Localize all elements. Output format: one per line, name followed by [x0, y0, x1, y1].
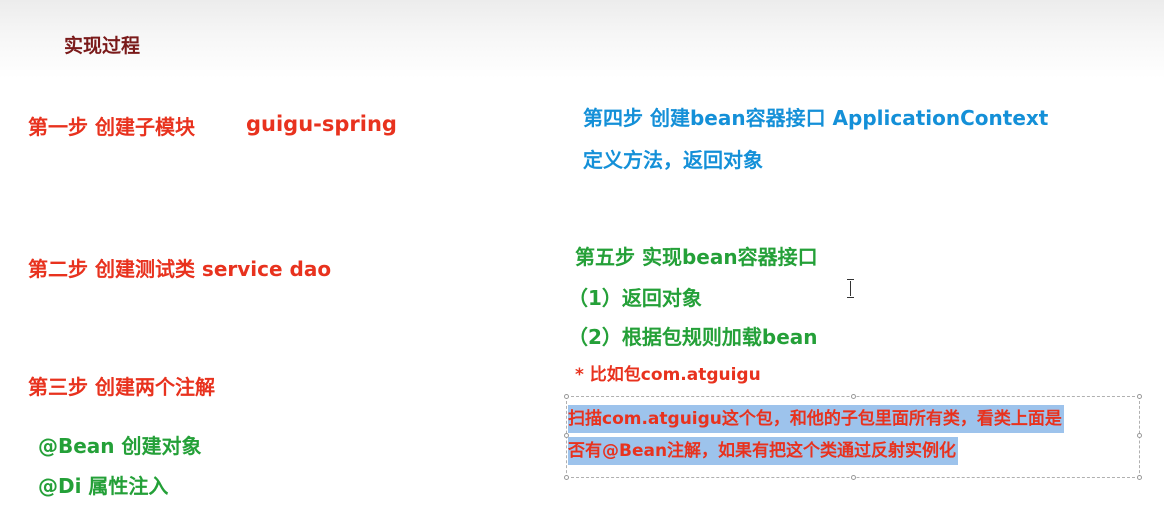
step3-item-bean: @Bean 创建对象 [38, 434, 202, 458]
resize-handle-right[interactable] [1137, 433, 1142, 438]
slide-header-band [0, 0, 1164, 78]
step3-label: 第三步 创建两个注解 [28, 375, 215, 399]
slide-title: 实现过程 [64, 35, 141, 57]
resize-handle-top[interactable] [851, 394, 856, 399]
step5-label: 第五步 实现bean容器接口 [575, 245, 818, 269]
resize-handle-bottom[interactable] [851, 475, 856, 480]
resize-handle-top-right[interactable] [1137, 394, 1142, 399]
step3-item-di: @Di 属性注入 [38, 474, 169, 498]
step1-label: 第一步 创建子模块 [28, 115, 195, 139]
step1-detail: guigu-spring [246, 112, 397, 136]
step4-label: 第四步 创建bean容器接口 ApplicationContext [583, 106, 1049, 130]
resize-handle-bottom-left[interactable] [564, 475, 569, 480]
text-cursor-icon [846, 279, 856, 298]
step4-sub: 定义方法，返回对象 [583, 148, 763, 172]
step5-example: * 比如包com.atguigu [575, 365, 761, 385]
resize-handle-top-left[interactable] [564, 394, 569, 399]
resize-handle-bottom-right[interactable] [1137, 475, 1142, 480]
highlighted-text-line-1[interactable]: 扫描com.atguigu这个包，和他的子包里面所有类，看类上面是 [568, 405, 1064, 433]
step2-label: 第二步 创建测试类 service dao [28, 257, 332, 281]
step5-item-load: （2）根据包规则加载bean [568, 325, 818, 349]
step5-item-return: （1）返回对象 [568, 286, 702, 310]
highlighted-text-line-2[interactable]: 否有@Bean注解，如果有把这个类通过反射实例化 [568, 437, 959, 465]
